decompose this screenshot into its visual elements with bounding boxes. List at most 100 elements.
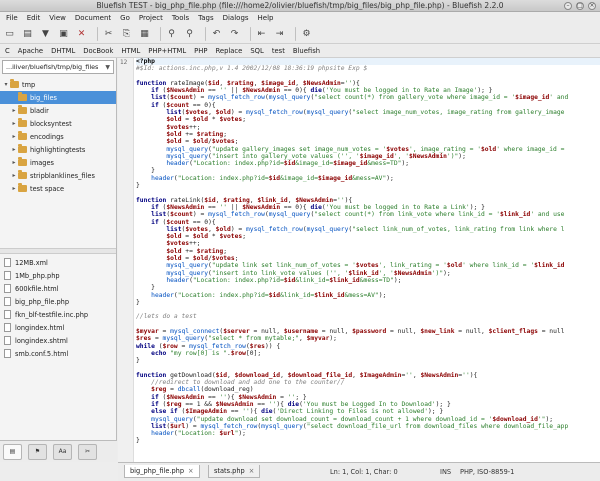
- filebrowser-icon[interactable]: ▤: [3, 443, 22, 460]
- code-line[interactable]: $old = $old * $votes;: [136, 233, 600, 240]
- copy-icon[interactable]: ⎘: [120, 27, 133, 40]
- tree-item-tmp[interactable]: ▾ tmp: [0, 78, 116, 91]
- close-icon[interactable]: ×: [249, 467, 255, 475]
- code-line[interactable]: }: [136, 357, 600, 364]
- menu-tags[interactable]: Tags: [198, 14, 214, 22]
- quickbar-tab-c[interactable]: C: [5, 47, 10, 55]
- preferences-icon[interactable]: ⚙: [300, 27, 313, 40]
- expander-closed-icon[interactable]: ▸: [10, 120, 18, 127]
- document-tab[interactable]: big_php_file.php ×: [124, 465, 200, 478]
- quickbar-tab-bluefish[interactable]: Bluefish: [293, 47, 320, 55]
- menu-edit[interactable]: Edit: [27, 14, 41, 22]
- expander-closed-icon[interactable]: ▸: [10, 107, 18, 114]
- code-line[interactable]: <?php: [136, 58, 600, 66]
- code-line[interactable]: $old = $old/$votes;: [136, 255, 600, 262]
- tree-item-bladir[interactable]: ▸ bladir: [0, 104, 116, 117]
- quickbar-tab-dhtml[interactable]: DHTML: [51, 47, 75, 55]
- file-item[interactable]: longindex.html: [0, 321, 116, 334]
- menu-tools[interactable]: Tools: [172, 14, 189, 22]
- code-line[interactable]: header("Location: index.php?id=$id&image…: [136, 175, 600, 182]
- code-line[interactable]: function rateImage($id, $rating, $image_…: [136, 80, 600, 87]
- open-file-icon[interactable]: ▤: [21, 27, 34, 40]
- code-line[interactable]: list($votes, $old) = mysql_fetch_row(mys…: [136, 109, 600, 116]
- path-selector[interactable]: ...iliver/bluefish/tmp/big_files ▼: [2, 60, 114, 74]
- code-line[interactable]: $votes++;: [136, 124, 600, 131]
- menu-document[interactable]: Document: [75, 14, 111, 22]
- code-line[interactable]: mysql_query("update gallery_images set i…: [136, 146, 600, 153]
- code-line[interactable]: }: [136, 437, 600, 444]
- close-icon[interactable]: ×: [188, 467, 194, 475]
- charmap-icon[interactable]: Aa: [53, 443, 72, 460]
- code-line[interactable]: #$Id: actions.inc.php,v 1.4 2002/12/08 1…: [136, 65, 600, 72]
- code-text[interactable]: <?php #$Id: actions.inc.php,v 1.4 2002/12…: [136, 58, 600, 445]
- menu-view[interactable]: View: [49, 14, 66, 22]
- file-item[interactable]: 600kfile.html: [0, 282, 116, 295]
- snippets-icon[interactable]: ✂: [78, 443, 97, 460]
- quickbar-tab-html[interactable]: HTML: [121, 47, 140, 55]
- code-line[interactable]: }: [136, 167, 600, 174]
- code-line[interactable]: }: [136, 284, 600, 291]
- expander-closed-icon[interactable]: ▸: [10, 133, 18, 140]
- tree-item-stripblanklines-files[interactable]: ▸ stripblanklines_files: [0, 169, 116, 182]
- expander-closed-icon[interactable]: ▸: [10, 159, 18, 166]
- quickbar-tab-sql[interactable]: SQL: [250, 47, 263, 55]
- menu-dialogs[interactable]: Dialogs: [223, 14, 249, 22]
- code-line[interactable]: mysql_query("update link set link_num_of…: [136, 262, 600, 269]
- code-line[interactable]: if ($NewsAdmin == '' || $NewsAdmin == 0)…: [136, 204, 600, 211]
- tree-item-blocksyntest[interactable]: ▸ blocksyntest: [0, 117, 116, 130]
- find-icon[interactable]: ⚲: [165, 27, 178, 40]
- code-line[interactable]: $res = mysql_query("select * from mytabl…: [136, 335, 600, 342]
- expander-closed-icon[interactable]: ▸: [10, 172, 18, 179]
- expander-closed-icon[interactable]: ▸: [10, 185, 18, 192]
- code-line[interactable]: header("Location: index.php?id=$id&image…: [136, 160, 600, 167]
- file-item[interactable]: fkn_blf-testfile.inc.php: [0, 308, 116, 321]
- code-line[interactable]: mysql_query("insert into link_vote value…: [136, 270, 600, 277]
- quickbar-tab-php[interactable]: PHP: [194, 47, 207, 55]
- save-icon[interactable]: ▼: [39, 27, 52, 40]
- code-line[interactable]: if ($NewsAdmin == ''){ $NewsAdmin = ''; …: [136, 394, 600, 401]
- file-item[interactable]: 12MB.xml: [0, 256, 116, 269]
- tree-item-test-space[interactable]: ▸ test space: [0, 182, 116, 195]
- file-item[interactable]: longindex.shtml: [0, 334, 116, 347]
- code-line[interactable]: else if ($ImageAdmin == ''){ die('Direct…: [136, 408, 600, 415]
- file-item[interactable]: smb.conf.5.html: [0, 347, 116, 360]
- tree-item-images[interactable]: ▸ images: [0, 156, 116, 169]
- code-line[interactable]: //redirect to download and add one to th…: [136, 379, 600, 386]
- code-line[interactable]: if ($reg == 1 && $NewsAdmin == ''){ die(…: [136, 401, 600, 408]
- code-line[interactable]: $old = $old * $votes;: [136, 116, 600, 123]
- quickbar-tab-test[interactable]: test: [272, 47, 285, 55]
- code-line[interactable]: $votes++;: [136, 240, 600, 247]
- tree-item-big-files[interactable]: big_files: [0, 91, 116, 104]
- save-as-icon[interactable]: ▣: [57, 27, 70, 40]
- code-line[interactable]: list($url) = mysql_fetch_row(mysql_query…: [136, 423, 600, 430]
- new-file-icon[interactable]: ▭: [3, 27, 16, 40]
- code-line[interactable]: echo "my row[0] is ".$row[0];: [136, 350, 600, 357]
- quickbar-tab-docbook[interactable]: DocBook: [83, 47, 113, 55]
- code-line[interactable]: $myvar = mysql_connect($server = null, $…: [136, 328, 600, 335]
- code-line[interactable]: list($count) = mysql_fetch_row(mysql_que…: [136, 211, 600, 218]
- paste-icon[interactable]: ▦: [138, 27, 151, 40]
- minimize-button[interactable]: –: [564, 2, 572, 10]
- bookmarks-icon[interactable]: ⚑: [28, 443, 47, 460]
- close-file-icon[interactable]: ✕: [75, 27, 88, 40]
- code-line[interactable]: if ($NewsAdmin == '' || $NewsAdmin == 0)…: [136, 87, 600, 94]
- code-line[interactable]: $old += $rating;: [136, 248, 600, 255]
- cut-icon[interactable]: ✂: [102, 27, 115, 40]
- code-line[interactable]: header("Location: index.php?id=$id&link_…: [136, 277, 600, 284]
- expander-closed-icon[interactable]: ▸: [10, 146, 18, 153]
- indent-left-icon[interactable]: ⇤: [255, 27, 268, 40]
- code-line[interactable]: $old = $old/$votes;: [136, 138, 600, 145]
- code-line[interactable]: [136, 364, 600, 371]
- quickbar-tab-php-html[interactable]: PHP+HTML: [148, 47, 186, 55]
- redo-icon[interactable]: ↷: [228, 27, 241, 40]
- document-tab[interactable]: stats.php ×: [208, 465, 261, 478]
- find-replace-icon[interactable]: ⚲: [183, 27, 196, 40]
- menu-project[interactable]: Project: [139, 14, 163, 22]
- expander-open-icon[interactable]: ▾: [2, 81, 10, 88]
- code-line[interactable]: list($count) = mysql_fetch_row(mysql_que…: [136, 94, 600, 101]
- code-line[interactable]: mysql_query("update download set downloa…: [136, 416, 600, 423]
- code-line[interactable]: [136, 306, 600, 313]
- code-line[interactable]: function getDownload($id, $download_id, …: [136, 372, 600, 379]
- code-line[interactable]: if ($count == 0){: [136, 102, 600, 109]
- code-line[interactable]: }: [136, 182, 600, 189]
